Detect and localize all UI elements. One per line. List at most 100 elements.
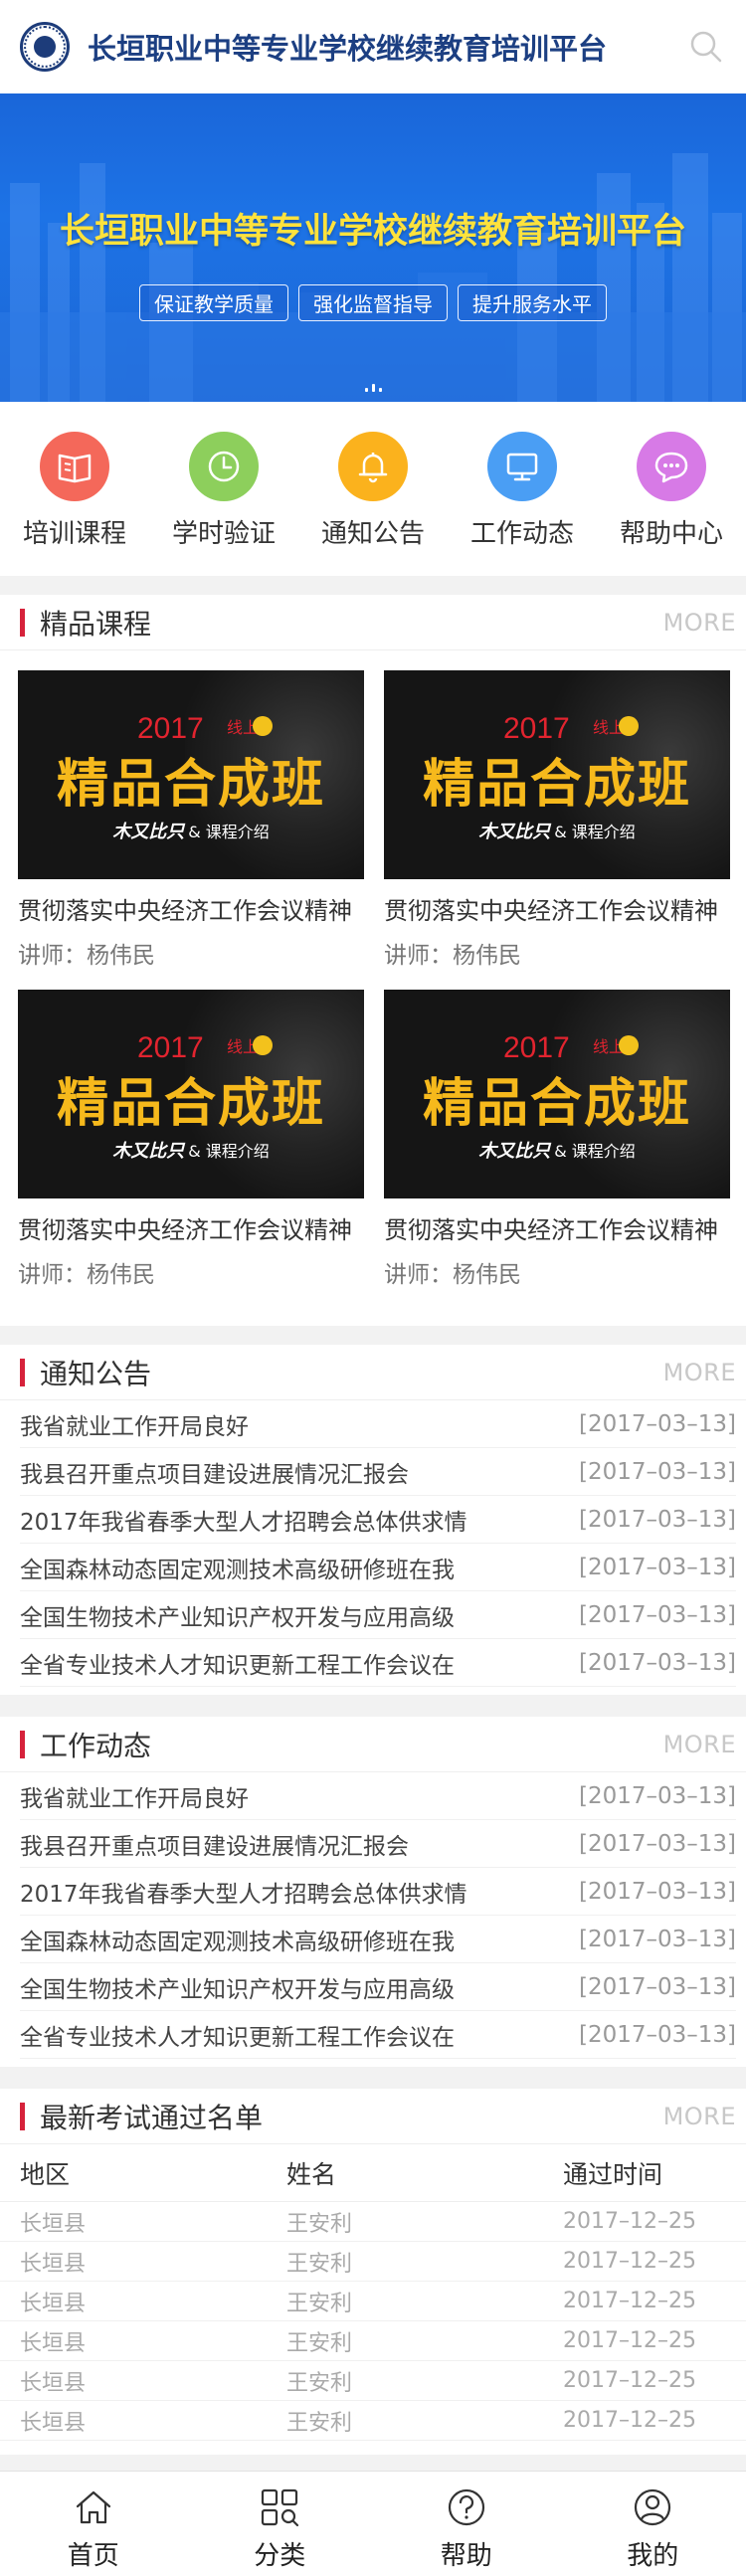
- list-item[interactable]: 全国森林动态固定观测技术高级研修班在我 [2017–03–13]: [20, 1544, 736, 1591]
- thumb-sub-text: & 课程介绍: [188, 823, 270, 841]
- banner-tag: 保证教学质量: [139, 284, 288, 321]
- course-thumbnail[interactable]: 2017 线上 精品合成班 木又比只 & 课程介绍: [18, 670, 364, 879]
- thumb-main-text: 精品合成班: [56, 1074, 325, 1134]
- course-card[interactable]: 2017 线上 精品合成班 木又比只 & 课程介绍 贯彻落实中央经济工作会议精神 …: [384, 990, 730, 1289]
- course-grid: 2017 线上 精品合成班 木又比只 & 课程介绍 贯彻落实中央经济工作会议精神 …: [0, 650, 746, 1309]
- app-header: 长垣职业中等专业学校继续教育培训平台: [0, 0, 746, 93]
- cell-region: 长垣县: [20, 2291, 87, 2316]
- list-item[interactable]: 我省就业工作开局良好 [2017–03–13]: [20, 1400, 736, 1448]
- course-card[interactable]: 2017 线上 精品合成班 木又比只 & 课程介绍 贯彻落实中央经济工作会议精神 …: [18, 990, 364, 1289]
- more-link[interactable]: MORE: [663, 1359, 736, 1386]
- cell-name: 王安利: [286, 2370, 353, 2396]
- tab-label: 分类: [254, 2541, 306, 2571]
- banner-tag: 强化监督指导: [298, 284, 448, 321]
- cell-region: 长垣县: [20, 2211, 87, 2237]
- carousel-indicator[interactable]: [0, 384, 746, 392]
- more-link[interactable]: MORE: [663, 1731, 736, 1758]
- list-item[interactable]: 全省专业技术人才知识更新工程工作会议在 [2017–03–13]: [20, 1639, 736, 1687]
- news-title: 我省就业工作开局良好: [20, 1413, 249, 1440]
- list-item[interactable]: 2017年我省春季大型人才招聘会总体供求情 [2017–03–13]: [20, 1496, 736, 1544]
- work-news-list: 我省就业工作开局良好 [2017–03–13] 我县召开重点项目建设进展情况汇报会…: [0, 1772, 746, 2059]
- list-item[interactable]: 我县召开重点项目建设进展情况汇报会 [2017–03–13]: [20, 1448, 736, 1496]
- thumb-year: 2017: [503, 1031, 570, 1064]
- course-card[interactable]: 2017 线上 精品合成班 木又比只 & 课程介绍 贯彻落实中央经济工作会议精神 …: [18, 670, 364, 970]
- nav-item-help-center[interactable]: 帮助中心: [607, 432, 736, 576]
- column-header-region: 地区: [20, 2159, 71, 2189]
- nav-label: 帮助中心: [619, 519, 723, 549]
- news-title: 全国生物技术产业知识产权开发与应用高级: [20, 1976, 455, 2003]
- carousel-dot[interactable]: [371, 384, 375, 392]
- thumb-brand: 木又比只: [478, 1141, 551, 1162]
- cell-region: 长垣县: [20, 2370, 87, 2396]
- news-date: [2017–03–13]: [578, 1782, 736, 1809]
- news-date: [2017–03–13]: [578, 1458, 736, 1485]
- cell-pass-time: 2017–12–25: [563, 2209, 696, 2234]
- tab-label: 帮助: [440, 2541, 492, 2571]
- thumb-badge: [619, 716, 639, 736]
- course-name[interactable]: 贯彻落实中央经济工作会议精神: [18, 891, 364, 926]
- banner-tags: 保证教学质量 强化监督指导 提升服务水平: [0, 284, 746, 321]
- carousel-dot[interactable]: [364, 388, 368, 392]
- section-accent-bar: [20, 608, 25, 637]
- nav-item-notices[interactable]: 通知公告: [308, 432, 438, 576]
- thumb-year: 2017: [137, 1031, 204, 1064]
- cell-pass-time: 2017–12–25: [563, 2408, 696, 2433]
- cell-pass-time: 2017–12–25: [563, 2249, 696, 2274]
- nav-icon-circle: [338, 432, 408, 501]
- list-item[interactable]: 全国生物技术产业知识产权开发与应用高级 [2017–03–13]: [20, 1963, 736, 2011]
- tab-mine[interactable]: 我的: [560, 2472, 746, 2576]
- cell-pass-time: 2017–12–25: [563, 2368, 696, 2393]
- monitor-icon: [506, 453, 538, 481]
- thumb-main-text: 精品合成班: [422, 1074, 691, 1134]
- courses-section: 精品课程 MORE 2017 线上 精品合成班 木又比只 & 课程介绍 贯彻落实中…: [0, 595, 746, 1326]
- list-item[interactable]: 我县召开重点项目建设进展情况汇报会 [2017–03–13]: [20, 1820, 736, 1868]
- nav-item-work-news[interactable]: 工作动态: [458, 432, 587, 576]
- news-date: [2017–03–13]: [578, 1601, 736, 1628]
- course-name[interactable]: 贯彻落实中央经济工作会议精神: [384, 1210, 730, 1245]
- school-logo[interactable]: [20, 22, 70, 72]
- more-link[interactable]: MORE: [663, 2103, 736, 2130]
- thumb-sub-text: & 课程介绍: [554, 1142, 636, 1161]
- list-item[interactable]: 2017年我省春季大型人才招聘会总体供求情 [2017–03–13]: [20, 1868, 736, 1916]
- news-title: 全国森林动态固定观测技术高级研修班在我: [20, 1557, 455, 1583]
- table-row: 长垣县 王安利 2017–12–25: [0, 2361, 746, 2401]
- bottom-tab-bar: 首页 分类 帮助 我的: [0, 2471, 746, 2576]
- list-item[interactable]: 全国生物技术产业知识产权开发与应用高级 [2017–03–13]: [20, 1591, 736, 1639]
- carousel-dot[interactable]: [378, 388, 382, 392]
- section-title: 工作动态: [40, 1729, 152, 1762]
- course-name[interactable]: 贯彻落实中央经济工作会议精神: [384, 891, 730, 926]
- course-thumbnail[interactable]: 2017 线上 精品合成班 木又比只 & 课程介绍: [384, 670, 730, 879]
- list-item[interactable]: 全国森林动态固定观测技术高级研修班在我 [2017–03–13]: [20, 1916, 736, 1963]
- tab-home[interactable]: 首页: [0, 2472, 187, 2576]
- tab-category[interactable]: 分类: [187, 2472, 374, 2576]
- course-card[interactable]: 2017 线上 精品合成班 木又比只 & 课程介绍 贯彻落实中央经济工作会议精神 …: [384, 670, 730, 970]
- table-row: 长垣县 王安利 2017–12–25: [0, 2282, 746, 2321]
- section-header: 工作动态 MORE: [0, 1717, 746, 1772]
- clock-icon: [208, 451, 240, 482]
- course-name[interactable]: 贯彻落实中央经济工作会议精神: [18, 1210, 364, 1245]
- thumb-subtitle: 木又比只 & 课程介绍: [384, 1137, 730, 1163]
- category-icon: [262, 2488, 299, 2527]
- nav-item-courses[interactable]: 培训课程: [10, 432, 139, 576]
- thumb-year: 2017: [503, 712, 570, 745]
- banner-carousel[interactable]: 长垣职业中等专业学校继续教育培训平台 保证教学质量 强化监督指导 提升服务水平: [0, 93, 746, 402]
- course-thumbnail[interactable]: 2017 线上 精品合成班 木又比只 & 课程介绍: [18, 990, 364, 1198]
- notice-list: 我省就业工作开局良好 [2017–03–13] 我县召开重点项目建设进展情况汇报会…: [0, 1400, 746, 1687]
- column-header-pass-time: 通过时间: [563, 2159, 663, 2189]
- list-item[interactable]: 我省就业工作开局良好 [2017–03–13]: [20, 1772, 736, 1820]
- search-button[interactable]: [686, 27, 726, 67]
- news-title: 我县召开重点项目建设进展情况汇报会: [20, 1461, 409, 1488]
- nav-icon-circle: [189, 432, 259, 501]
- list-item[interactable]: 全省专业技术人才知识更新工程工作会议在 [2017–03–13]: [20, 2011, 736, 2059]
- nav-item-hours-verify[interactable]: 学时验证: [159, 432, 288, 576]
- thumb-subtitle: 木又比只 & 课程介绍: [18, 1137, 364, 1163]
- more-link[interactable]: MORE: [663, 609, 736, 637]
- course-thumbnail[interactable]: 2017 线上 精品合成班 木又比只 & 课程介绍: [384, 990, 730, 1198]
- tab-help[interactable]: 帮助: [373, 2472, 560, 2576]
- section-title: 精品课程: [40, 607, 152, 641]
- thumb-sub-text: & 课程介绍: [188, 1142, 270, 1161]
- news-date: [2017–03–13]: [578, 1554, 736, 1580]
- section-title: 最新考试通过名单: [40, 2101, 264, 2134]
- table-row: 长垣县 王安利 2017–12–25: [0, 2321, 746, 2361]
- tab-label: 我的: [627, 2541, 679, 2571]
